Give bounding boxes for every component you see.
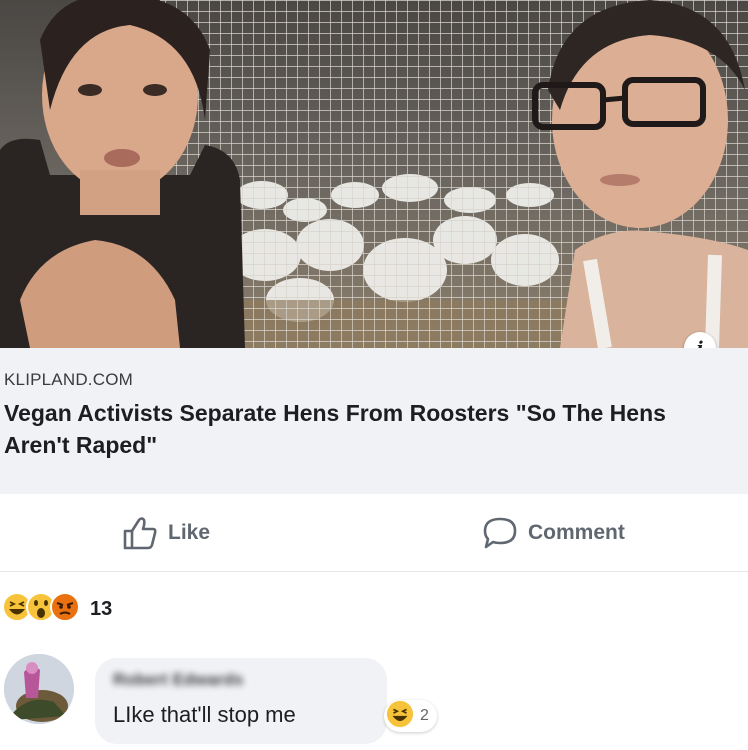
comment-label: Comment: [528, 521, 625, 544]
comment-bubble: Robert Edwards LIke that'll stop me: [95, 658, 387, 744]
link-domain: KLIPLAND.COM: [4, 370, 133, 389]
link-preview-meta[interactable]: KLIPLAND.COM Vegan Activists Separate He…: [0, 348, 748, 494]
comment-reaction-badge[interactable]: 2: [384, 700, 437, 732]
reaction-count: 13: [90, 597, 113, 620]
comment-author[interactable]: Robert Edwards: [113, 670, 369, 690]
angry-icon: [50, 591, 80, 627]
reaction-icons: [2, 591, 80, 627]
preview-photo: [0, 0, 748, 348]
comment-reaction-count: 2: [420, 707, 429, 724]
like-button[interactable]: Like: [122, 514, 210, 552]
avatar[interactable]: [4, 654, 74, 724]
haha-icon: [386, 700, 414, 733]
link-preview-image[interactable]: i: [0, 0, 748, 348]
reactions-summary[interactable]: 13: [2, 591, 113, 627]
post-action-bar: Like Comment: [0, 494, 748, 572]
thumbs-up-icon: [122, 516, 158, 550]
comment-button[interactable]: Comment: [482, 514, 625, 552]
comment-text: LIke that'll stop me: [113, 702, 296, 727]
speech-bubble-icon: [482, 516, 518, 550]
like-label: Like: [168, 521, 211, 544]
link-title[interactable]: Vegan Activists Separate Hens From Roost…: [4, 398, 704, 461]
